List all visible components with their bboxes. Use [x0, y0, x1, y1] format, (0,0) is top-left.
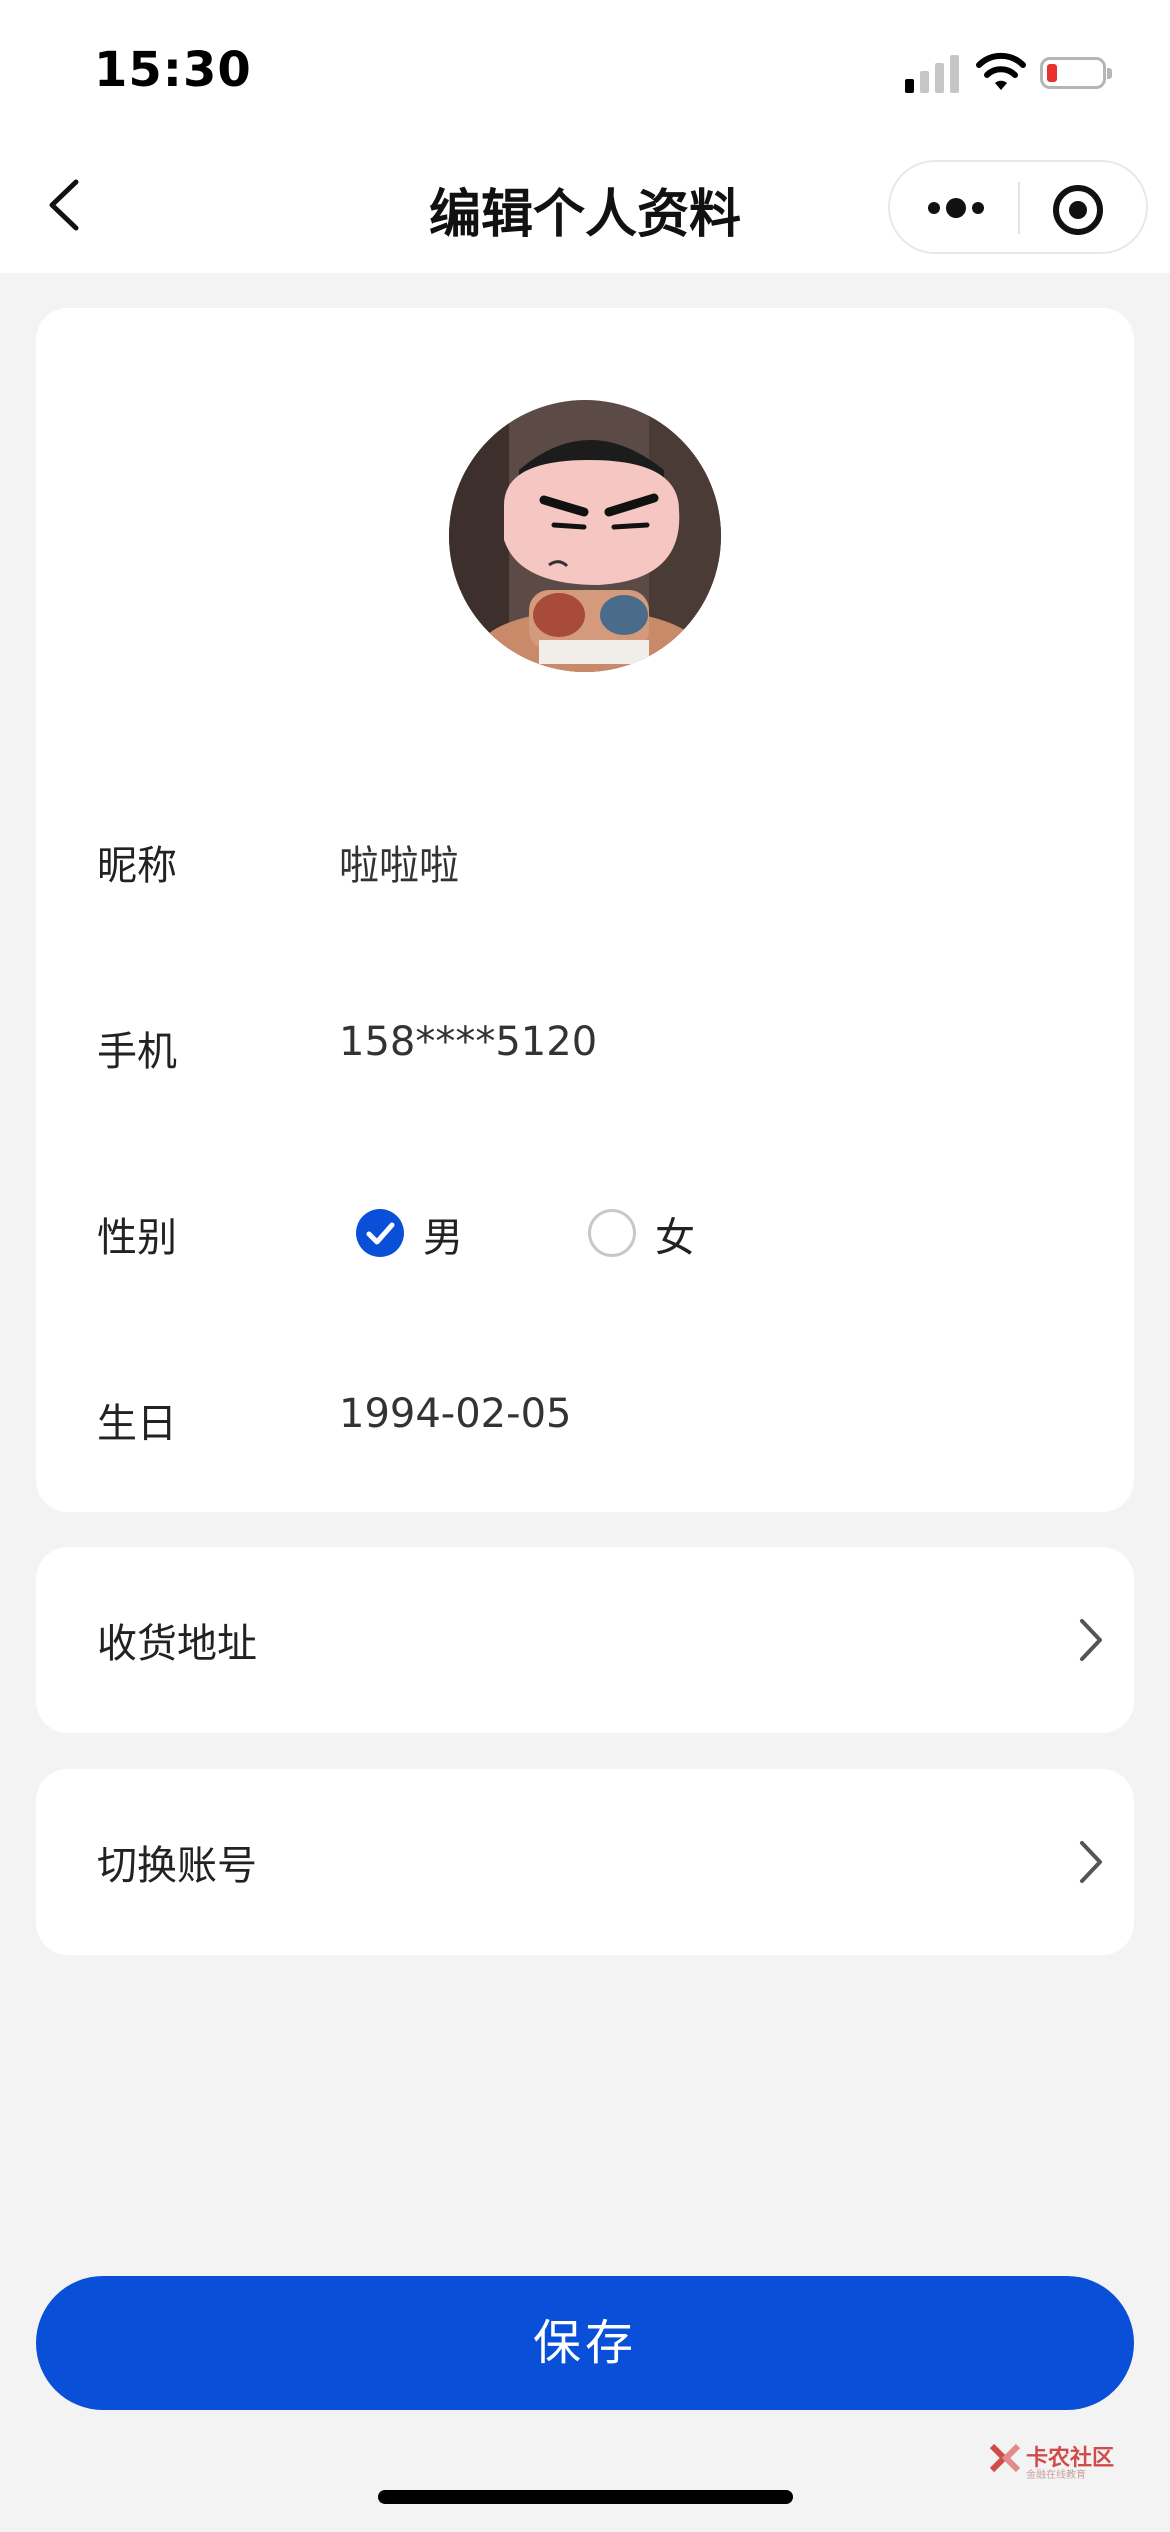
check-icon — [366, 1222, 395, 1245]
phone-value: 158****5120 — [339, 1019, 598, 1065]
watermark-logo-icon — [989, 2443, 1021, 2473]
avatar[interactable] — [449, 400, 721, 672]
mini-program-capsule — [888, 160, 1148, 254]
switch-account-label: 切换账号 — [97, 1843, 257, 1889]
status-time: 15:30 — [94, 42, 252, 98]
top-bar: 15:30 编辑个人资料 — [0, 0, 1170, 273]
signal-icon — [905, 55, 959, 93]
phone-label: 手机 — [97, 1029, 177, 1075]
watermark: 卡农社区 金融在线教育 — [988, 2440, 1114, 2482]
gender-female-radio[interactable] — [588, 1209, 636, 1257]
watermark-subtext: 金融在线教育 — [1026, 2470, 1086, 2481]
address-label: 收货地址 — [97, 1621, 257, 1667]
chevron-right-icon — [1080, 1841, 1102, 1883]
gender-male-radio[interactable] — [356, 1209, 404, 1257]
battery-icon — [1040, 57, 1112, 89]
chevron-right-icon — [1080, 1619, 1102, 1661]
target-circle-icon[interactable] — [1050, 182, 1106, 238]
nickname-field[interactable]: 啦啦啦 — [339, 833, 459, 891]
gender-male-label[interactable]: 男 — [423, 1205, 463, 1263]
profile-card: 昵称 啦啦啦 手机 158****5120 性别 男 女 生日 1994-02-… — [36, 308, 1134, 1512]
more-dots-icon[interactable] — [922, 186, 990, 230]
birthday-label: 生日 — [97, 1401, 177, 1447]
wifi-icon — [976, 52, 1026, 90]
gender-female-label[interactable]: 女 — [655, 1205, 695, 1263]
nickname-label: 昵称 — [97, 843, 177, 889]
home-indicator — [378, 2490, 793, 2504]
switch-account-row[interactable]: 切换账号 — [36, 1769, 1134, 1955]
save-button[interactable]: 保存 — [36, 2276, 1134, 2410]
address-row[interactable]: 收货地址 — [36, 1547, 1134, 1733]
birthday-field[interactable]: 1994-02-05 — [339, 1391, 571, 1437]
capsule-divider — [1018, 182, 1020, 234]
gender-label: 性别 — [97, 1215, 177, 1261]
